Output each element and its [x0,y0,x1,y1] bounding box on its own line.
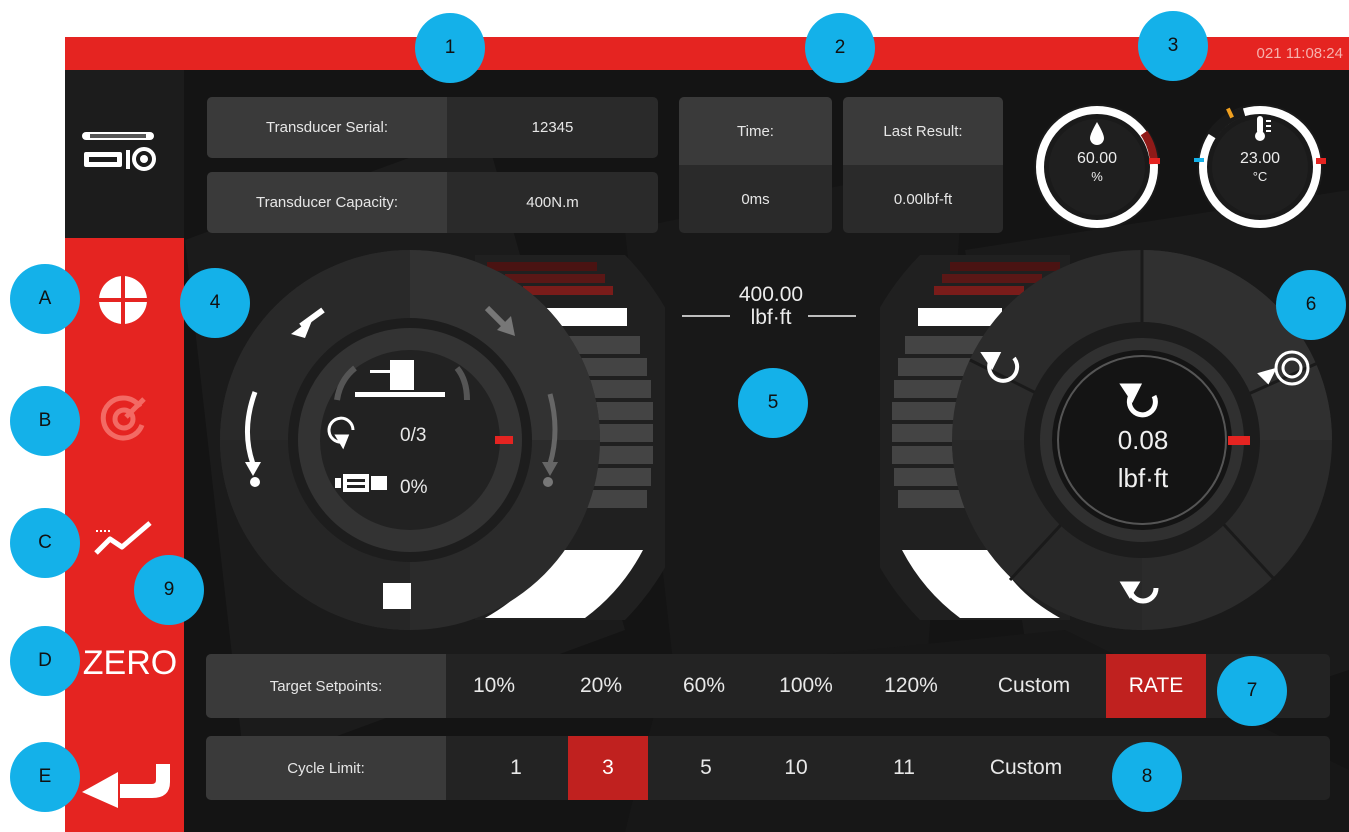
callout-E: E [10,742,80,812]
callout-A: A [10,264,80,334]
last-result-label: Last Result: [843,97,1003,165]
capacity-panel: Transducer Capacity: 400N.m [207,172,658,233]
target-icon [100,395,146,441]
cycle-limit-3-button[interactable]: 3 [568,736,648,800]
scale-max-value: 400.00 [738,283,804,306]
return-button[interactable] [78,752,178,808]
time-label: Time: [679,97,832,165]
callout-D: D [10,626,80,696]
humidity-gauge [1034,104,1160,230]
torque-unit: lbf·ft [1117,463,1169,493]
setpoint-20-button[interactable]: 20% [556,654,646,718]
capacity-label: Transducer Capacity: [207,172,447,233]
callout-B: B [10,386,80,456]
target-button[interactable] [96,391,152,447]
callout-4: 4 [180,268,250,338]
humidity-value: 60.00 [1076,150,1118,167]
graph-button[interactable] [92,515,156,561]
callout-5: 5 [738,368,808,438]
cycle-limit-1-button[interactable]: 1 [491,736,541,800]
graph-icon [94,521,152,555]
temperature-unit: °C [1252,169,1268,184]
callout-7: 7 [1217,656,1287,726]
callout-6: 6 [1276,270,1346,340]
temperature-gauge [1194,104,1326,230]
time-value: 0ms [741,190,770,208]
cycle-limit-label: Cycle Limit: [206,736,446,800]
cycle-limit-10-button[interactable]: 10 [766,736,826,800]
callout-9: 9 [134,555,204,625]
last-result-panel: Last Result: 0.00lbf-ft [843,97,1003,233]
setpoint-60-button[interactable]: 60% [664,654,744,718]
serial-value: 12345 [531,119,574,136]
target-setpoints-label: Target Setpoints: [206,654,446,718]
crosshair-button[interactable] [95,272,151,328]
motor-percent: 0% [400,477,428,498]
setpoint-120-button[interactable]: 120% [868,654,954,718]
callout-3: 3 [1138,11,1208,81]
setpoint-10-button[interactable]: 10% [454,654,534,718]
callout-C: C [10,508,80,578]
humidity-unit: % [1091,169,1103,184]
callout-2: 2 [805,13,875,83]
transducer-device-icon [82,132,156,171]
time-panel: Time: 0ms [679,97,832,233]
scale-max-unit: lbf·ft [750,306,792,329]
callout-8: 8 [1112,742,1182,812]
cycle-limit-11-button[interactable]: 11 [874,736,934,800]
serial-label: Transducer Serial: [207,97,447,158]
stop-icon [383,583,411,609]
last-result-value: 0.00lbf-ft [893,190,953,208]
zero-button[interactable]: ZERO [80,643,180,683]
callout-1: 1 [415,13,485,83]
setpoint-100-button[interactable]: 100% [761,654,851,718]
cycle-limit-5-button[interactable]: 5 [681,736,731,800]
setpoint-custom-button[interactable]: Custom [974,654,1094,718]
serial-panel: Transducer Serial: 12345 [207,97,658,158]
capacity-value: 400N.m [526,194,579,211]
target-setpoints-row: Target Setpoints: 10% 20% 60% 100% 120% … [206,654,1330,718]
cycle-count: 0/3 [400,425,427,446]
return-icon [82,764,170,808]
cycle-limit-custom-button[interactable]: Custom [966,736,1086,800]
temperature-value: 23.00 [1239,150,1281,167]
status-clock: 021 11:08:24 [1256,45,1343,62]
rate-button[interactable]: RATE [1106,654,1206,718]
crosshair-icon [97,274,149,326]
torque-value: 0.08 [1117,425,1169,455]
